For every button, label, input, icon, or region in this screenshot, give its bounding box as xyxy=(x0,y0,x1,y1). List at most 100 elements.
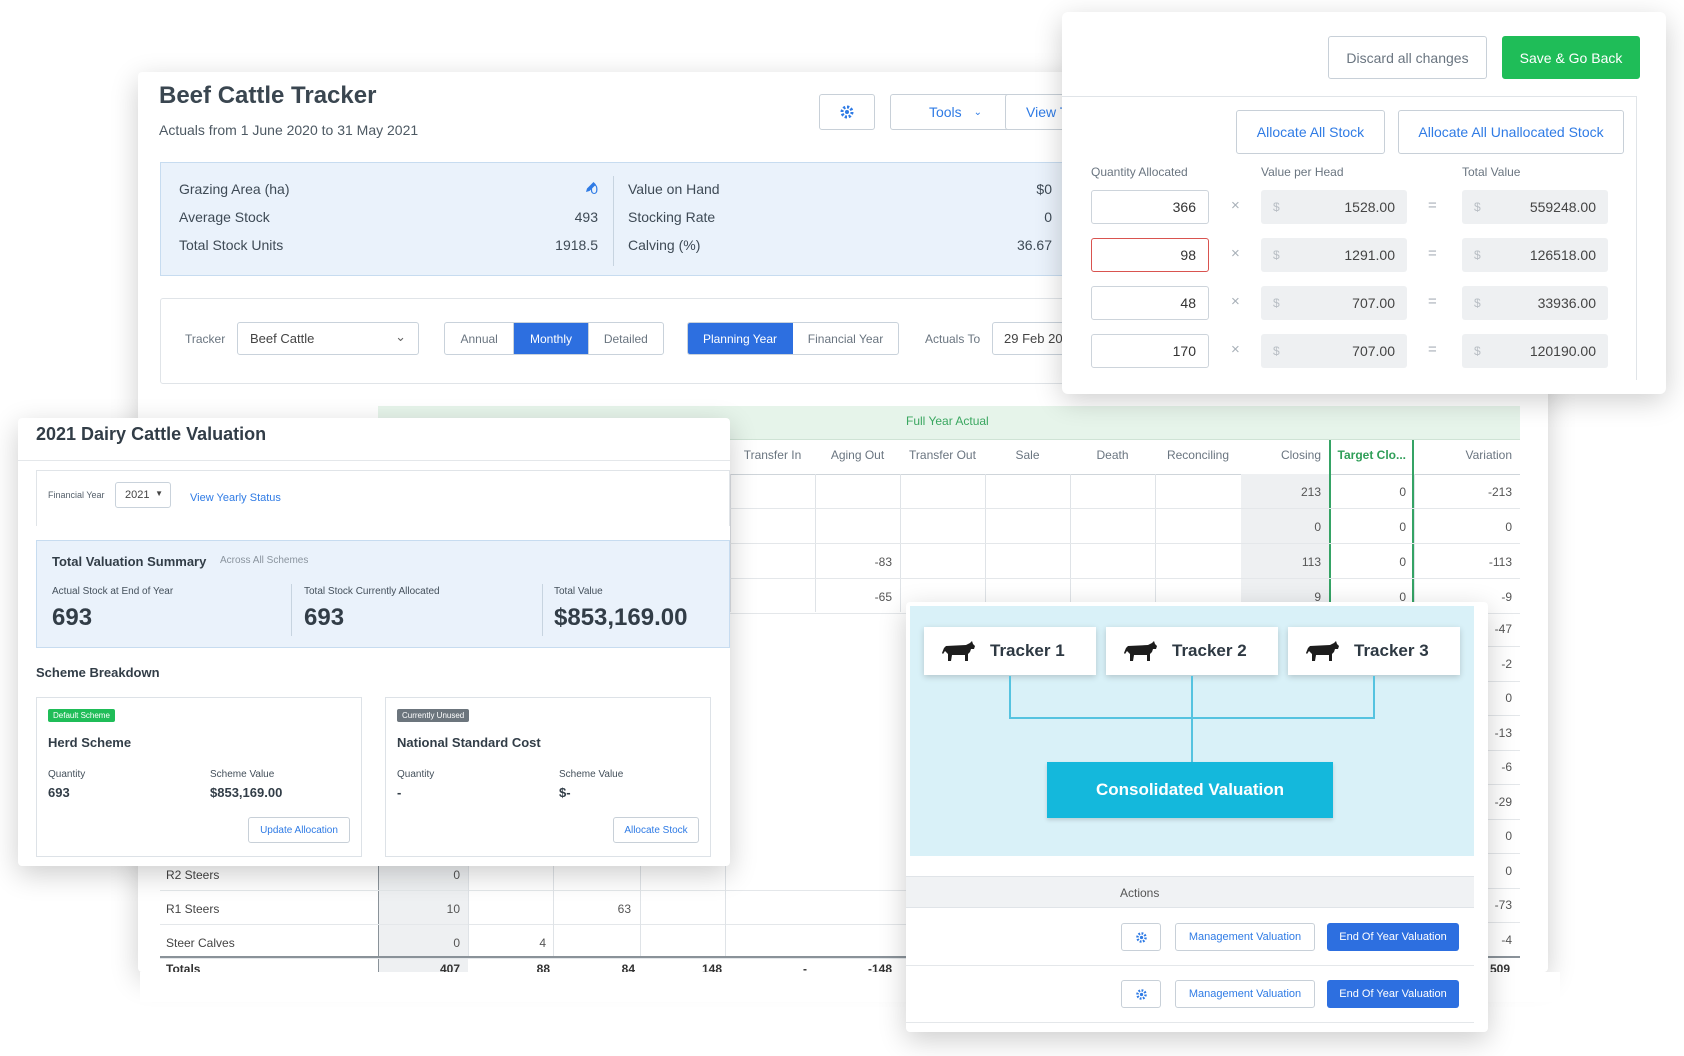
quantity-allocated-input[interactable]: 366 xyxy=(1091,190,1209,224)
row-value: 0 xyxy=(453,936,460,950)
beef-title: Beef Cattle Tracker xyxy=(159,82,377,109)
target-cell[interactable]: 0 xyxy=(1329,520,1406,534)
stat-divider-1 xyxy=(291,584,292,636)
currency-symbol: $ xyxy=(1474,200,1481,214)
total-value: 559248.00 xyxy=(1529,199,1596,215)
currency-symbol: $ xyxy=(1273,344,1280,358)
target-cell[interactable]: 0 xyxy=(1329,485,1406,499)
scheme-qty: 693 xyxy=(48,785,70,800)
quantity-allocated-input[interactable]: 98 xyxy=(1091,238,1209,272)
tab-annual[interactable]: Annual xyxy=(445,323,515,354)
currency-symbol: $ xyxy=(1474,344,1481,358)
column-header: Death xyxy=(1096,448,1129,462)
equals-icon: = xyxy=(1428,341,1437,358)
column-header: Reconciling xyxy=(1166,448,1230,462)
settings-button[interactable] xyxy=(819,94,875,130)
end-of-year-valuation-button[interactable]: End Of Year Valuation xyxy=(1327,980,1459,1008)
aging-out-cell: -65 xyxy=(874,590,892,604)
scheme-badge: Default Scheme xyxy=(48,709,115,722)
row-name: Steer Calves xyxy=(166,936,235,950)
view-yearly-status-link[interactable]: View Yearly Status xyxy=(190,492,281,504)
row-name: R2 Steers xyxy=(166,868,220,882)
currency-symbol: $ xyxy=(1474,296,1481,310)
quantity-allocated-input[interactable]: 170 xyxy=(1091,334,1209,368)
discard-changes-button[interactable]: Discard all changes xyxy=(1328,36,1487,79)
target-cell[interactable]: 0 xyxy=(1329,555,1406,569)
total-value: 126518.00 xyxy=(1529,247,1596,263)
summary-sub: Across All Schemes xyxy=(220,555,309,566)
row-value: 0 xyxy=(453,868,460,882)
row-value: 10 xyxy=(446,902,460,916)
scheme-qty-label: Quantity xyxy=(397,769,435,780)
discard-label: Discard all changes xyxy=(1346,49,1469,66)
full-year-label: Full Year Actual xyxy=(906,414,989,428)
scheme-qty-label: Quantity xyxy=(48,769,86,780)
summary-value: $0 xyxy=(1036,181,1052,197)
actions-header xyxy=(906,876,1474,908)
period-tabs: Annual Monthly Detailed xyxy=(444,322,664,355)
tab-planning-year[interactable]: Planning Year xyxy=(688,323,793,354)
stat-divider-2 xyxy=(542,584,543,636)
row-line xyxy=(1488,922,1520,923)
variation-cell: -213 xyxy=(1487,485,1512,499)
stat-label: Total Value xyxy=(554,586,603,597)
pencil-icon[interactable] xyxy=(584,180,598,199)
equals-icon: = xyxy=(1428,197,1437,214)
grid-vline xyxy=(640,858,641,958)
closing-cell: 213 xyxy=(1300,485,1321,499)
management-valuation-button[interactable]: Management Valuation xyxy=(1175,980,1315,1008)
save-go-back-button[interactable]: Save & Go Back xyxy=(1502,36,1640,79)
management-valuation-button[interactable]: Management Valuation xyxy=(1175,923,1315,951)
button-label: Allocate Stock xyxy=(624,824,688,836)
dairy-title: 2021 Dairy Cattle Valuation xyxy=(36,424,267,444)
stat-value: 693 xyxy=(52,604,93,631)
allocate-all-label: Allocate All Stock xyxy=(1256,124,1365,140)
summary-label: Total Stock Units xyxy=(179,237,284,253)
breakdown-title: Scheme Breakdown xyxy=(36,665,160,680)
stat-label: Actual Stock at End of Year xyxy=(52,586,174,597)
settings-button[interactable] xyxy=(1121,923,1161,951)
aging-out-cell: -83 xyxy=(874,555,892,569)
variation-cell: 0 xyxy=(1505,520,1512,534)
stat-label: Total Stock Currently Allocated xyxy=(304,586,440,597)
value-per-head: 707.00 xyxy=(1352,295,1395,311)
column-header: Transfer In xyxy=(743,448,802,462)
equals-icon: = xyxy=(1428,245,1437,262)
row-line xyxy=(1488,887,1520,889)
quantity-allocated-input[interactable]: 48 xyxy=(1091,286,1209,320)
col-vph-header: Value per Head xyxy=(1261,165,1344,179)
end-of-year-valuation-button[interactable]: End Of Year Valuation xyxy=(1327,923,1459,951)
row-line xyxy=(160,924,906,925)
fy-label: Financial Year xyxy=(48,490,105,500)
beef-subtitle: Actuals from 1 June 2020 to 31 May 2021 xyxy=(159,122,419,138)
tab-monthly[interactable]: Monthly xyxy=(514,323,589,354)
total-value: 120190.00 xyxy=(1529,343,1596,359)
row-line xyxy=(1488,784,1520,785)
times-icon: × xyxy=(1231,341,1240,358)
column-header: Sale xyxy=(1015,448,1040,462)
tools-dropdown[interactable]: Tools ⌄ xyxy=(890,94,1021,130)
currency-symbol: $ xyxy=(1474,248,1481,262)
row-line xyxy=(1488,715,1520,716)
tracker-select[interactable]: Beef Cattle ⌄ xyxy=(237,322,419,355)
column-header: Variation xyxy=(1465,448,1512,462)
tab-financial-year[interactable]: Financial Year xyxy=(793,323,898,354)
row-line xyxy=(1488,646,1520,647)
allocate-unallocated-button[interactable]: Allocate All Unallocated Stock xyxy=(1398,110,1624,154)
summary-divider xyxy=(613,176,614,266)
closing-cell: 113 xyxy=(1301,555,1321,569)
settings-button[interactable] xyxy=(1121,980,1161,1008)
fy-select[interactable]: 2021 ▼ xyxy=(115,482,171,508)
dairy-title-line xyxy=(18,460,730,461)
save-label: Save & Go Back xyxy=(1519,49,1623,66)
col-total-header: Total Value xyxy=(1462,165,1521,179)
allocate-stock-button[interactable]: Allocate Stock xyxy=(613,817,699,843)
allocate-all-stock-button[interactable]: Allocate All Stock xyxy=(1236,110,1385,154)
stat-value: 693 xyxy=(304,604,345,631)
scheme-badge: Currently Unused xyxy=(397,709,470,722)
gear-icon xyxy=(1135,931,1148,944)
tab-detailed[interactable]: Detailed xyxy=(589,323,663,354)
total-value-field: $126518.00 xyxy=(1462,238,1608,272)
alloc-right-border xyxy=(1636,96,1637,392)
update-allocation-button[interactable]: Update Allocation xyxy=(248,817,350,843)
